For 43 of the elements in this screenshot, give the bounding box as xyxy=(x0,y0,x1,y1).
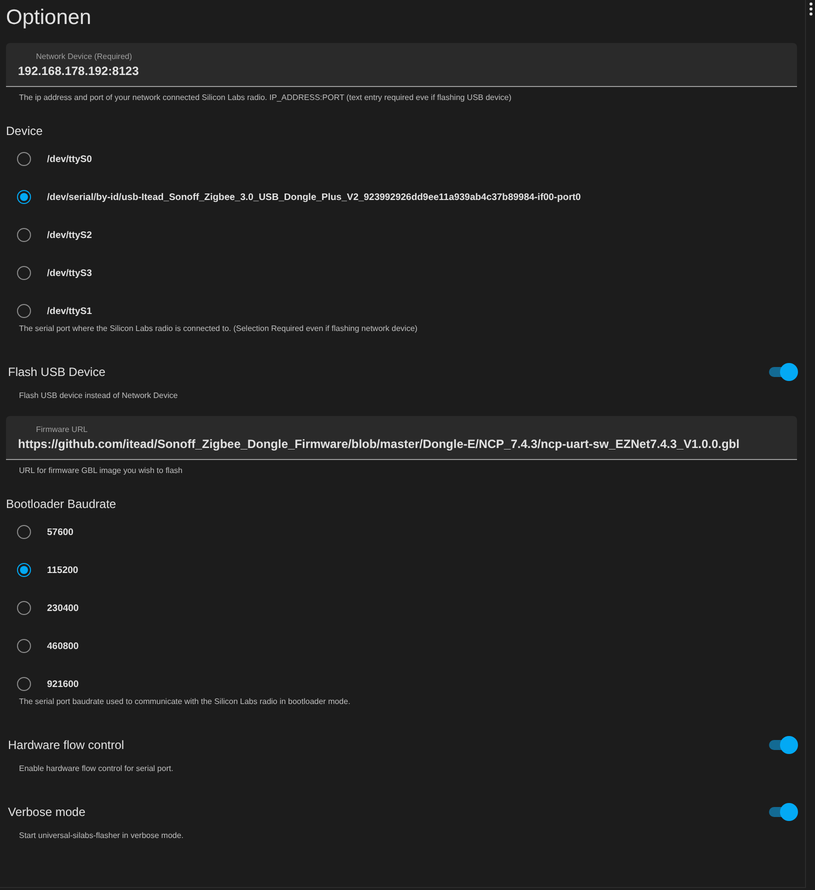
radio-button[interactable] xyxy=(17,266,31,280)
radio-button[interactable] xyxy=(17,304,31,318)
switch-label: Flash USB Device xyxy=(8,365,106,379)
radio-button[interactable] xyxy=(17,601,31,615)
helper-text: URL for firmware GBL image you wish to flash xyxy=(18,466,184,475)
helper-text: Start universal-silabs-flasher in verbose mode. xyxy=(18,831,185,840)
radio-button[interactable] xyxy=(17,563,31,577)
option-label: 57600 xyxy=(47,526,74,538)
group-label: Device xyxy=(6,124,44,138)
field-label: Firmware URL xyxy=(35,425,89,434)
radio-button[interactable] xyxy=(17,677,31,691)
option-label: 921600 xyxy=(47,678,79,690)
radio-button[interactable] xyxy=(17,228,31,242)
option-label: /dev/ttyS0 xyxy=(47,154,92,164)
toggle-switch[interactable] xyxy=(769,363,798,381)
option-label: 230400 xyxy=(47,602,79,614)
helper-text: Enable hardware flow control for serial port. xyxy=(18,764,174,773)
field-value: 192.168.178.192:8123 xyxy=(18,64,139,78)
helper-text: The serial port baudrate used to communicate with the Silicon Labs radio in bootloader mode. xyxy=(18,697,352,706)
option-label: /dev/ttyS3 xyxy=(47,268,92,278)
helper-text: The ip address and port of your network connected Silicon Labs radio. IP_ADDRESS:PORT (text entry required eve if flashing USB device) xyxy=(18,93,512,102)
option-label: /dev/ttyS2 xyxy=(47,230,92,240)
toggle-switch[interactable] xyxy=(769,803,798,821)
field-value: https://github.com/itead/Sonoff_Zigbee_Dongle_Firmware/blob/master/Dongle-E/NCP_7.4.3/ncp-uart-sw_EZNet7.4.3_V1.0.0.gbl xyxy=(18,437,740,451)
option-label: /dev/serial/by-id/usb-Itead_Sonoff_Zigbee_3.0_USB_Dongle_Plus_V2_923992926dd9ee11a939ab4c37b89984-if00-port0 xyxy=(47,192,581,202)
option-label: /dev/ttyS1 xyxy=(47,306,92,316)
radio-button[interactable] xyxy=(17,639,31,653)
group-label: Bootloader Baudrate xyxy=(6,497,118,511)
text-field[interactable]: Network Device (Required) 192.168.178.192:8123 xyxy=(6,43,797,87)
helper-text: Flash USB device instead of Network Device xyxy=(18,391,179,400)
radio-button[interactable] xyxy=(17,190,31,204)
switch-label: Verbose mode xyxy=(8,805,86,819)
text-field[interactable]: Firmware URL https://github.com/itead/Sonoff_Zigbee_Dongle_Firmware/blob/master/Dongle-E/NCP_7.4.3/ncp-uart-sw_EZNet7.4.3_V1.0.0.gbl xyxy=(6,416,797,460)
radio-button[interactable] xyxy=(17,152,31,166)
helper-text: The serial port where the Silicon Labs radio is connected to. (Selection Required even if flashing network device) xyxy=(18,324,418,333)
toggle-switch[interactable] xyxy=(769,736,798,754)
more-menu-icon[interactable] xyxy=(809,2,813,16)
switch-label: Hardware flow control xyxy=(8,738,124,752)
option-label: 460800 xyxy=(47,640,79,652)
radio-button[interactable] xyxy=(17,525,31,539)
page-title: Optionen xyxy=(6,6,92,30)
field-label: Network Device (Required) xyxy=(35,52,134,61)
option-label: 115200 xyxy=(47,564,78,576)
